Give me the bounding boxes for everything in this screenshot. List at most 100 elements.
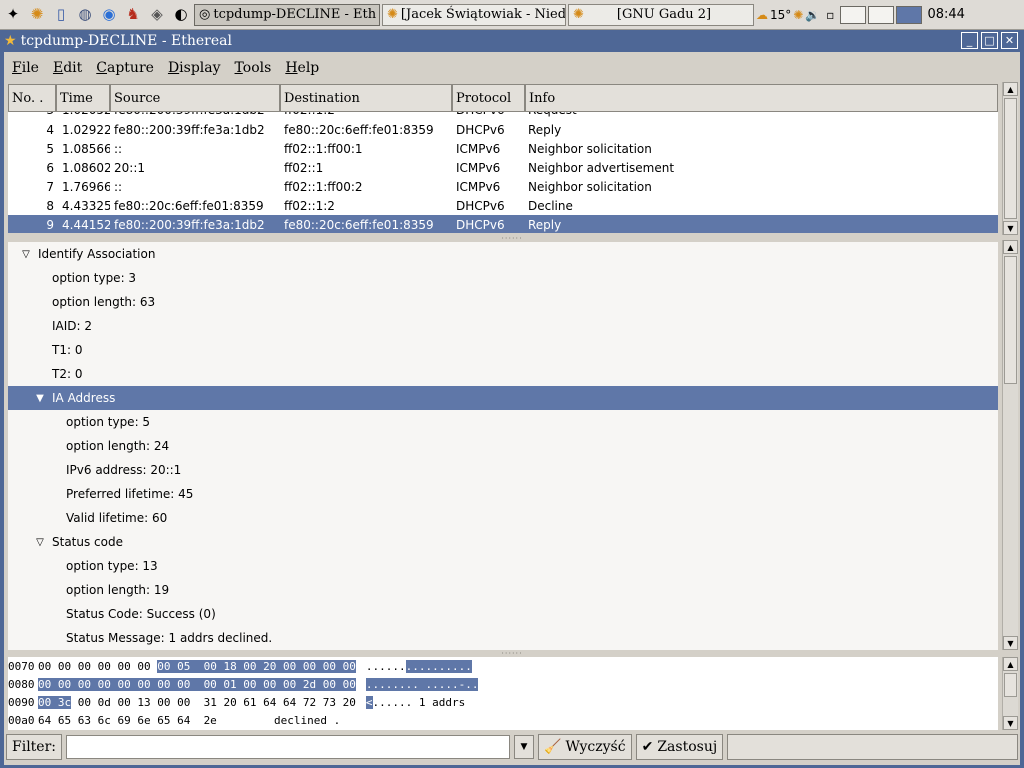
tree-leaf[interactable]: option length: 19 [8,578,998,602]
volume-icon[interactable]: 🔉 [805,8,820,22]
pane-splitter[interactable]: ······ [8,650,1016,658]
hex-ascii-highlighted: .......... [405,659,472,673]
hex-dump[interactable]: 0070 00 00 00 00 00 00 00 05 00 18 00 20… [8,657,998,730]
column-header-no[interactable]: No. . [8,84,56,112]
tree-leaf[interactable]: T2: 0 [8,362,998,386]
gnome-foot-icon[interactable]: ✦ [2,4,24,26]
scroll-up-arrow-icon[interactable]: ▲ [1003,657,1018,671]
packet-info: Reply [528,217,562,232]
tree-leaf-label: option length: 19 [66,583,170,597]
packet-source: fe80::200:39ff:fe3a:1db2 [114,217,265,232]
packet-row[interactable]: 5 1.085665 :: ff02::1:ff00:1 ICMPv6 Neig… [8,139,998,158]
tree-leaf-label: Preferred lifetime: 45 [66,487,194,501]
packet-no: 4 [46,122,54,137]
packet-row[interactable]: 6 1.086021 20::1 ff02::1 ICMPv6 Neighbor… [8,158,998,177]
hex-row: 0080 00 00 00 00 00 00 00 00 00 01 00 00… [8,675,479,693]
tree-leaf[interactable]: T1: 0 [8,338,998,362]
tree-leaf[interactable]: Status Code: Success (0) [8,602,998,626]
filter-input[interactable] [66,735,510,759]
expander-open-icon[interactable]: ▽ [34,536,46,548]
menu-capture[interactable]: Capture [96,60,154,76]
scroll-thumb[interactable] [1004,98,1017,219]
menu-file[interactable]: File [12,60,39,76]
menu-display[interactable]: Display [168,60,221,76]
packet-row[interactable]: 7 1.769665 :: ff02::1:ff00:2 ICMPv6 Neig… [8,177,998,196]
expander-open-icon[interactable]: ▼ [34,392,46,404]
weather-icon[interactable]: ☁ [756,8,768,22]
column-header-protocol[interactable]: Protocol [452,84,525,112]
hex-offset: 0080 [8,677,35,691]
filter-dropdown-icon[interactable]: ▼ [514,735,534,759]
packet-list[interactable]: 3 1.020525 fe80::200:39ff:fe3a:1db2 ff02… [8,84,998,233]
details-scrollbar[interactable]: ▲ ▼ [1002,240,1018,650]
packet-details-tree[interactable]: ▽ Identify Association option type: 3 op… [8,242,998,650]
globe-icon[interactable]: ◉ [98,4,120,26]
menu-edit[interactable]: Edit [53,60,82,76]
clear-filter-button[interactable]: 🧹 Wyczyść [538,734,632,760]
column-header-destination[interactable]: Destination [280,84,452,112]
tree-leaf[interactable]: option type: 13 [8,554,998,578]
packet-protocol: ICMPv6 [456,160,501,175]
maximize-button[interactable]: □ [981,32,998,49]
task-gnu-gadu[interactable]: ✺ [GNU Gadu 2] [568,3,754,26]
scroll-up-arrow-icon[interactable]: ▲ [1003,82,1018,96]
packet-list-scrollbar[interactable]: ▲ ▼ [1002,82,1018,235]
packet-row[interactable]: 8 4.433253 fe80::20c:6eff:fe01:8359 ff02… [8,196,998,215]
tree-node[interactable]: ▽ Identify Association [8,242,998,266]
sun-gear-icon[interactable]: ✺ [26,4,48,26]
scroll-down-arrow-icon[interactable]: ▼ [1003,636,1018,650]
scroll-thumb[interactable] [1004,256,1017,384]
column-header-source[interactable]: Source [110,84,280,112]
task-chat[interactable]: ✺ [Jacek Świątowiak - Nied [382,3,566,26]
tree-leaf[interactable]: IAID: 2 [8,314,998,338]
broom-icon: 🧹 [544,739,562,755]
minimize-button[interactable]: _ [961,32,978,49]
menu-tools[interactable]: Tools [235,60,272,76]
expander-open-icon[interactable]: ▽ [20,248,32,260]
packet-row[interactable]: 4 1.029227 fe80::200:39ff:fe3a:1db2 fe80… [8,120,998,139]
task-ethereal[interactable]: ◎ tcpdump-DECLINE - Eth [194,3,380,26]
apply-filter-button[interactable]: ✔ Zastosuj [635,734,724,760]
tree-leaf[interactable]: IPv6 address: 20::1 [8,458,998,482]
tree-leaf[interactable]: Status Message: 1 addrs declined. [8,626,998,650]
scroll-thumb[interactable] [1004,673,1017,697]
packet-source: :: [114,179,123,194]
packet-row-selected[interactable]: 9 4.441523 fe80::200:39ff:fe3a:1db2 fe80… [8,215,998,233]
workspace-3[interactable] [896,5,923,24]
dog-icon[interactable]: ♞ [122,4,144,26]
tray-box-icon[interactable]: ▫ [826,8,834,22]
column-header-time[interactable]: Time [56,84,110,112]
menu-help[interactable]: Help [285,60,319,76]
packet-no: 9 [46,217,54,232]
tree-node-label: Status code [52,535,123,549]
tree-leaf[interactable]: option length: 24 [8,434,998,458]
scroll-down-arrow-icon[interactable]: ▼ [1003,716,1018,730]
shield-icon[interactable]: ◈ [146,4,168,26]
packet-protocol: DHCPv6 [456,198,505,213]
hex-bytes-highlighted: 00 05 00 18 00 20 00 00 00 00 [157,659,356,673]
workspace-1[interactable] [840,5,867,24]
tree-leaf[interactable]: option type: 3 [8,266,998,290]
tree-node[interactable]: ▽ Status code [8,530,998,554]
tree-leaf[interactable]: Valid lifetime: 60 [8,506,998,530]
column-header-info[interactable]: Info [525,84,998,112]
tree-leaf[interactable]: option length: 63 [8,290,998,314]
workspace-2[interactable] [868,5,895,24]
task-label: [Jacek Świątowiak - Nied [400,7,566,22]
tree-node-selected[interactable]: ▼ IA Address [8,386,998,410]
settings-gear-icon[interactable]: ✺ [793,8,803,22]
tree-leaf[interactable]: Preferred lifetime: 45 [8,482,998,506]
document-icon[interactable]: ▯ [50,4,72,26]
scroll-up-arrow-icon[interactable]: ▲ [1003,240,1018,254]
hex-bytes: 00 0d 00 13 00 00 31 20 61 64 64 72 73 2… [71,695,356,709]
hex-ascii-highlighted: ........ .....-.. [365,677,479,691]
penguin-icon[interactable]: ◐ [170,4,192,26]
hex-scrollbar[interactable]: ▲ ▼ [1002,657,1018,730]
close-button[interactable]: ✕ [1001,32,1018,49]
menubar: File Edit Capture Display Tools Help [8,56,1016,80]
window-titlebar[interactable]: ★ tcpdump-DECLINE - Ethereal _ □ ✕ [0,30,1024,52]
pane-splitter[interactable]: ······ [8,235,1016,243]
fish-icon[interactable]: ◍ [74,4,96,26]
tree-leaf[interactable]: option type: 5 [8,410,998,434]
scroll-down-arrow-icon[interactable]: ▼ [1003,221,1018,235]
